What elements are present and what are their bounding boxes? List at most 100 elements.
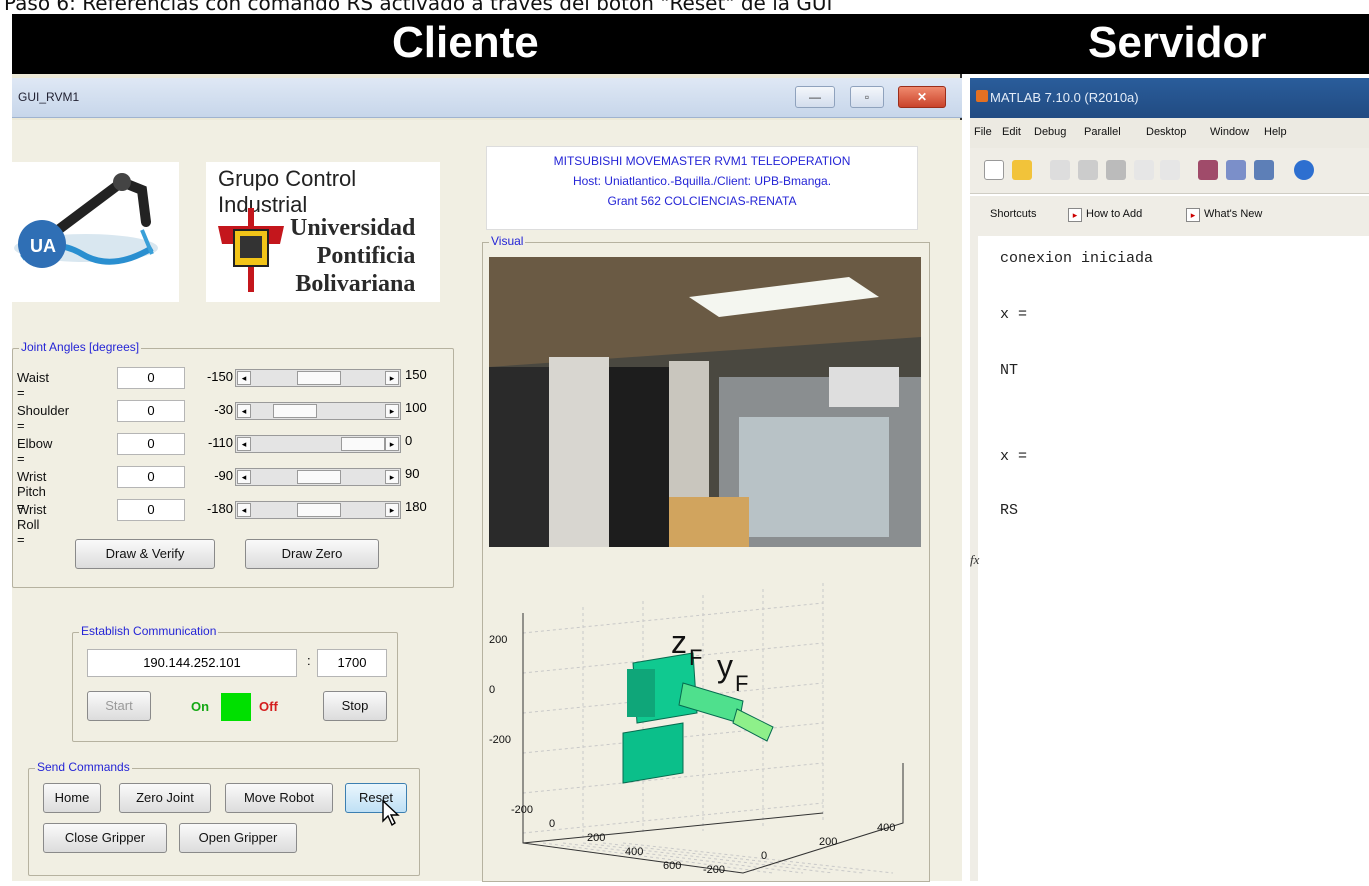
y-axis-label: y: [717, 648, 733, 684]
joint-min-label: -30: [214, 402, 233, 417]
visual-legend: Visual: [489, 234, 526, 248]
open-folder-icon[interactable]: [1012, 160, 1032, 180]
joint-label: Waist =: [17, 370, 50, 400]
joint-slider[interactable]: ◂ ▸: [235, 435, 401, 453]
slider-left-arrow-icon[interactable]: ◂: [237, 503, 251, 517]
cmd-line: x =: [1000, 448, 1028, 465]
menu-help[interactable]: Help: [1264, 126, 1287, 138]
upb-shield-icon: [218, 208, 284, 292]
joint-value-input[interactable]: 0: [117, 400, 185, 422]
svg-text:UA: UA: [30, 236, 56, 256]
new-file-icon[interactable]: [984, 160, 1004, 180]
univ-line-1: Universidad: [290, 215, 416, 241]
slider-thumb[interactable]: [297, 470, 341, 484]
maximize-icon: ▫: [864, 90, 870, 104]
info-line-1: MITSUBISHI MOVEMASTER RVM1 TELEOPERATION: [553, 154, 851, 168]
joint-min-label: -180: [206, 501, 233, 516]
shortcut-icon: ▸: [1186, 208, 1200, 222]
joint-slider[interactable]: ◂ ▸: [235, 402, 401, 420]
port-field[interactable]: 1700: [317, 649, 387, 677]
profiler-icon[interactable]: [1254, 160, 1274, 180]
joint-value-input[interactable]: 0: [117, 466, 185, 488]
communication-legend: Establish Communication: [79, 624, 219, 638]
joint-value-input[interactable]: 0: [117, 433, 185, 455]
close-button[interactable]: ✕: [898, 86, 946, 108]
joint-max-label: 100: [405, 400, 427, 415]
slider-left-arrow-icon[interactable]: ◂: [237, 371, 251, 385]
guide-icon[interactable]: [1226, 160, 1246, 180]
project-info: MITSUBISHI MOVEMASTER RVM1 TELEOPERATION…: [486, 146, 918, 230]
joint-label: Shoulder =: [17, 403, 70, 433]
menu-edit[interactable]: Edit: [1002, 126, 1021, 138]
menu-parallel[interactable]: Parallel: [1084, 126, 1121, 138]
shortcut-how-to-add[interactable]: How to Add: [1086, 208, 1142, 220]
university-name: Universidad Pontificia Bolivariana: [290, 214, 415, 298]
slider-thumb[interactable]: [297, 371, 341, 385]
status-on-label: On: [191, 699, 210, 714]
y-tick-label: 200: [819, 836, 837, 848]
server-toolbar: [970, 148, 1369, 194]
x-tick-label: -200: [511, 804, 533, 816]
slider-thumb[interactable]: [297, 503, 341, 517]
ip-address-field[interactable]: 190.144.252.101: [87, 649, 297, 677]
menu-debug[interactable]: Debug: [1034, 126, 1066, 138]
shortcut-icon: ▸: [1068, 208, 1082, 222]
x-tick-label: 600: [663, 860, 681, 872]
slider-right-arrow-icon[interactable]: ▸: [385, 470, 399, 484]
cut-icon[interactable]: [1050, 160, 1070, 180]
menu-desktop[interactable]: Desktop: [1146, 126, 1186, 138]
joint-angles-legend: Joint Angles [degrees]: [19, 340, 142, 354]
menu-window[interactable]: Window: [1210, 126, 1249, 138]
joint-angles-panel: Joint Angles [degrees] Waist = 0 -150 ◂ ▸ 150…: [12, 340, 454, 588]
slider-left-arrow-icon[interactable]: ◂: [237, 404, 251, 418]
home-button[interactable]: Home: [43, 783, 101, 813]
y-tick-label: 400: [877, 822, 895, 834]
joint-value-input[interactable]: 0: [117, 499, 185, 521]
status-off-label: Off: [259, 699, 278, 714]
maximize-button[interactable]: ▫: [850, 86, 884, 108]
stop-button[interactable]: Stop: [323, 691, 387, 721]
slider-left-arrow-icon[interactable]: ◂: [237, 470, 251, 484]
shortcuts-bar: Shortcuts ▸ How to Add ▸ What's New: [970, 196, 1369, 236]
zero-joint-button[interactable]: Zero Joint: [119, 783, 211, 813]
minimize-button[interactable]: —: [795, 86, 835, 108]
slider-right-arrow-icon[interactable]: ▸: [385, 503, 399, 517]
slider-thumb[interactable]: [273, 404, 318, 418]
draw-verify-button[interactable]: Draw & Verify: [75, 539, 215, 569]
server-window: MATLAB 7.10.0 (R2010a) File Edit Debug P…: [970, 74, 1369, 881]
slider-right-arrow-icon[interactable]: ▸: [385, 437, 399, 451]
joint-min-label: -110: [207, 435, 233, 450]
move-robot-button[interactable]: Move Robot: [225, 783, 333, 813]
joint-slider[interactable]: ◂ ▸: [235, 468, 401, 486]
matlab-logo-icon: [976, 90, 988, 102]
joint-label: Wrist Roll =: [17, 502, 47, 547]
joint-slider[interactable]: ◂ ▸: [235, 501, 401, 519]
joint-slider[interactable]: ◂ ▸: [235, 369, 401, 387]
slider-thumb[interactable]: [341, 437, 385, 451]
slider-right-arrow-icon[interactable]: ▸: [385, 371, 399, 385]
undo-icon[interactable]: [1134, 160, 1154, 180]
start-button[interactable]: Start: [87, 691, 151, 721]
draw-zero-button[interactable]: Draw Zero: [245, 539, 379, 569]
visual-panel: Visual 200 0 -200 -200 0 200 400 600 400…: [482, 234, 930, 882]
menu-file[interactable]: File: [974, 126, 992, 138]
joint-max-label: 180: [405, 499, 427, 514]
help-icon[interactable]: [1294, 160, 1314, 180]
command-window[interactable]: conexion iniciada x = NT x = RS: [970, 236, 1369, 881]
x-tick-label: 200: [587, 832, 605, 844]
joint-max-label: 150: [405, 367, 427, 382]
info-line-2: Host: Uniatlantico.-Bquilla./Client: UPB…: [572, 174, 832, 188]
shortcut-whats-new[interactable]: What's New: [1204, 208, 1262, 220]
joint-value-input[interactable]: 0: [117, 367, 185, 389]
paste-icon[interactable]: [1106, 160, 1126, 180]
slider-right-arrow-icon[interactable]: ▸: [385, 404, 399, 418]
copy-icon[interactable]: [1078, 160, 1098, 180]
redo-icon[interactable]: [1160, 160, 1180, 180]
simulink-icon[interactable]: [1198, 160, 1218, 180]
open-gripper-button[interactable]: Open Gripper: [179, 823, 297, 853]
header-bar: Cliente Servidor: [12, 14, 1369, 74]
slider-left-arrow-icon[interactable]: ◂: [237, 437, 251, 451]
close-gripper-button[interactable]: Close Gripper: [43, 823, 167, 853]
header-cliente: Cliente: [392, 18, 539, 67]
z-tick-label: -200: [489, 734, 511, 746]
